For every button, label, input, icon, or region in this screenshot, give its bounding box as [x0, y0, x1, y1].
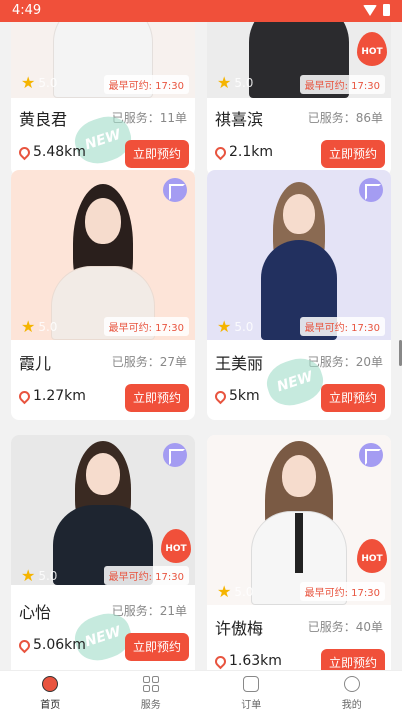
status-bar: 4:49 — [0, 0, 402, 22]
rating: ★ 5.0 — [217, 73, 254, 92]
earliest-time-badge: 最早可约: 17:30 — [299, 582, 385, 601]
distance: 1.63km — [212, 653, 282, 669]
wifi-icon — [363, 4, 377, 16]
therapist-grid[interactable]: ★ 5.0 最早可约: 17:30 黄良君 已服务：11单 NEW 5.48km… — [0, 22, 402, 670]
therapist-photo: ★ 5.0 最早可约: 17:30 — [11, 170, 195, 340]
status-icons — [363, 4, 390, 16]
order-icon — [243, 676, 260, 692]
distance: 5km — [212, 388, 260, 404]
expand-icon[interactable] — [163, 443, 187, 467]
therapist-photo: ★ 5.0 最早可约: 17:30 — [207, 170, 391, 340]
book-now-button[interactable]: 立即预约 — [125, 633, 189, 661]
therapist-photo: HOT ★ 5.0 最早可约: 17:30 — [207, 22, 391, 98]
status-time: 4:49 — [12, 3, 42, 18]
served-count: 已服务：40单 — [307, 620, 383, 634]
star-icon: ★ — [21, 317, 36, 336]
chat-bubble-icon — [343, 676, 360, 692]
expand-icon[interactable] — [359, 443, 383, 467]
therapist-card[interactable]: HOT ★ 5.0 最早可约: 17:30 祺喜滨 已服务：86单 2.1km … — [207, 22, 391, 176]
earliest-time-badge: 最早可约: 17:30 — [299, 75, 385, 94]
book-now-button[interactable]: 立即预约 — [321, 140, 385, 168]
rating: ★ 5.0 — [217, 582, 254, 601]
therapist-card[interactable]: HOT ★ 5.0 最早可约: 17:30 许傲梅 已服务：40单 1.63km… — [207, 435, 391, 670]
hot-badge: HOT — [357, 32, 387, 66]
therapist-card[interactable]: ★ 5.0 最早可约: 17:30 黄良君 已服务：11单 NEW 5.48km… — [11, 22, 195, 176]
bottom-tab-bar: 首页 服务 订单 我的 — [0, 670, 402, 716]
earliest-time-badge: 最早可约: 17:30 — [103, 566, 189, 585]
therapist-card[interactable]: HOT ★ 5.0 最早可约: 17:30 心怡 已服务：21单 NEW 5.0… — [11, 435, 195, 670]
served-count: 已服务：27单 — [111, 355, 187, 369]
rating: ★ 5.0 — [21, 317, 58, 336]
therapist-photo: ★ 5.0 最早可约: 17:30 — [11, 22, 195, 98]
therapist-name: 黄良君 — [19, 110, 68, 129]
location-pin-icon — [16, 637, 33, 653]
star-icon: ★ — [217, 582, 232, 601]
star-icon: ★ — [217, 317, 232, 336]
earliest-time-badge: 最早可约: 17:30 — [299, 317, 385, 336]
therapist-name: 心怡 — [19, 603, 52, 622]
location-pin-icon — [16, 144, 33, 160]
distance: 5.06km — [16, 637, 86, 653]
star-icon: ★ — [21, 566, 36, 585]
therapist-name: 许傲梅 — [215, 619, 264, 638]
expand-icon[interactable] — [163, 178, 187, 202]
hot-badge: HOT — [161, 529, 191, 563]
rating: ★ 5.0 — [217, 317, 254, 336]
location-pin-icon — [16, 388, 33, 404]
book-now-button[interactable]: 立即预约 — [125, 384, 189, 412]
expand-icon[interactable] — [359, 178, 383, 202]
therapist-card[interactable]: ★ 5.0 最早可约: 17:30 王美丽 已服务：20单 NEW 5km 立即… — [207, 170, 391, 420]
tab-profile[interactable]: 我的 — [302, 671, 402, 716]
served-count: 已服务：86单 — [307, 111, 383, 125]
tab-home[interactable]: 首页 — [0, 671, 101, 716]
book-now-button[interactable]: 立即预约 — [321, 649, 385, 670]
earliest-time-badge: 最早可约: 17:30 — [103, 75, 189, 94]
hot-badge: HOT — [357, 539, 387, 573]
star-icon: ★ — [217, 73, 232, 92]
star-icon: ★ — [21, 73, 36, 92]
therapist-name: 霞儿 — [19, 354, 52, 373]
location-pin-icon — [212, 653, 229, 669]
distance: 5.48km — [16, 144, 86, 160]
tab-services[interactable]: 服务 — [101, 671, 202, 716]
earliest-time-badge: 最早可约: 17:30 — [103, 317, 189, 336]
therapist-photo: HOT ★ 5.0 最早可约: 17:30 — [11, 435, 195, 585]
therapist-photo: HOT ★ 5.0 最早可约: 17:30 — [207, 435, 391, 605]
served-count: 已服务：21单 — [111, 604, 187, 618]
distance: 1.27km — [16, 388, 86, 404]
rating: ★ 5.0 — [21, 73, 58, 92]
location-pin-icon — [212, 144, 229, 160]
book-now-button[interactable]: 立即预约 — [125, 140, 189, 168]
home-icon — [42, 676, 59, 692]
distance: 2.1km — [212, 144, 273, 160]
grid-icon — [142, 676, 159, 692]
tab-orders[interactable]: 订单 — [201, 671, 302, 716]
therapist-card[interactable]: ★ 5.0 最早可约: 17:30 霞儿 已服务：27单 1.27km 立即预约 — [11, 170, 195, 420]
therapist-name: 王美丽 — [215, 354, 264, 373]
book-now-button[interactable]: 立即预约 — [321, 384, 385, 412]
rating: ★ 5.0 — [21, 566, 58, 585]
battery-icon — [383, 4, 390, 16]
location-pin-icon — [212, 388, 229, 404]
therapist-name: 祺喜滨 — [215, 110, 264, 129]
